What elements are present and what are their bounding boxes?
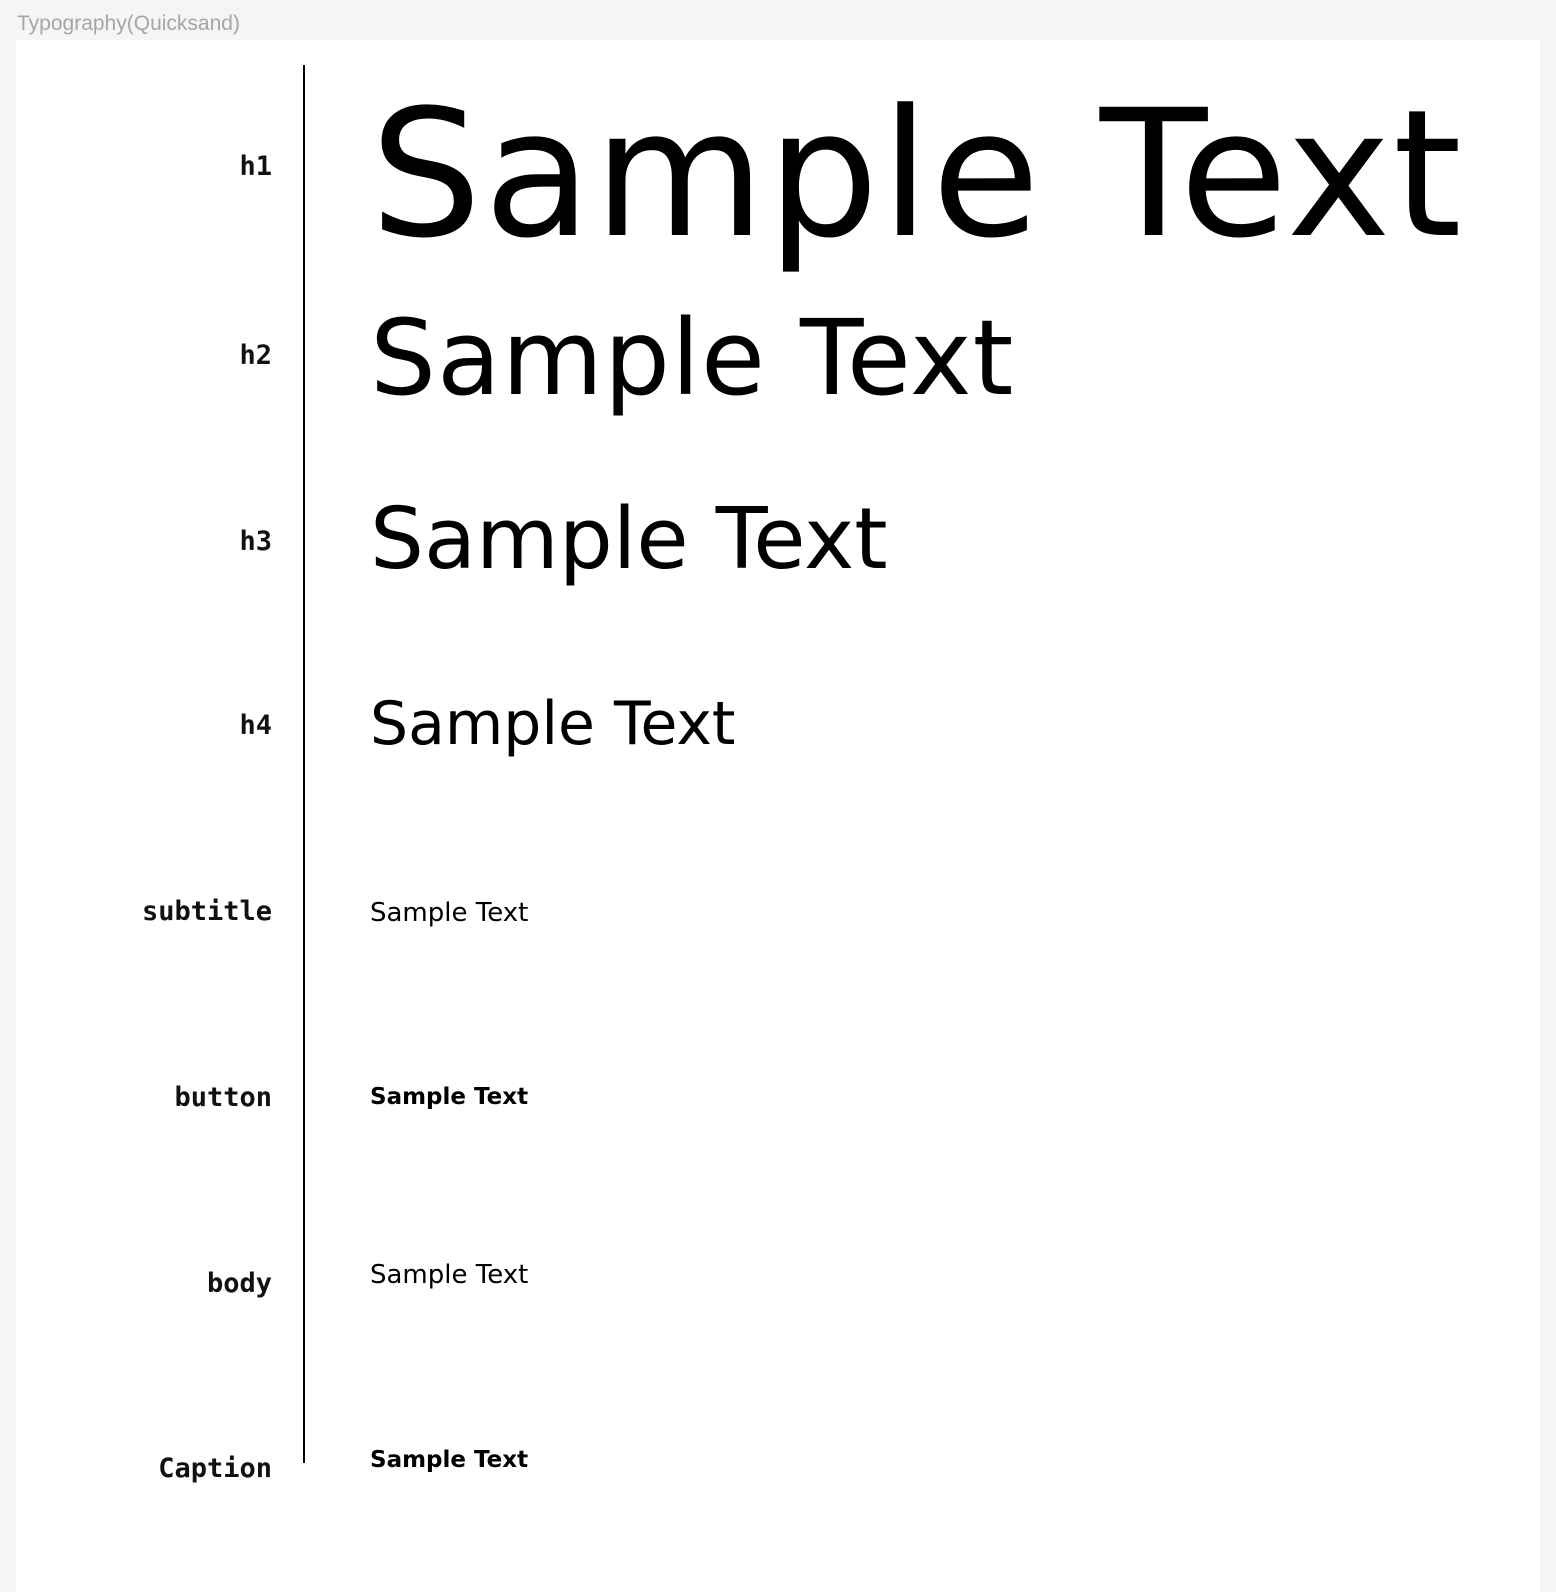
row-label-h4: h4: [239, 710, 272, 741]
row-label-caption: Caption: [158, 1453, 272, 1484]
sample-text-button: Sample Text: [370, 1084, 529, 1110]
sample-text-body: Sample Text: [370, 1260, 529, 1290]
typography-canvas: h1 Sample Text h2 Sample Text h3 Sample …: [16, 40, 1540, 1592]
sample-text-h3: Sample Text: [370, 490, 888, 589]
row-label-h2: h2: [239, 340, 272, 371]
row-label-subtitle: subtitle: [141, 896, 272, 927]
frame-title: Typography(Quicksand): [17, 12, 240, 35]
sample-text-caption: Sample Text: [370, 1447, 529, 1473]
sample-text-h4: Sample Text: [370, 689, 736, 759]
row-label-body: body: [206, 1268, 272, 1299]
row-label-button: button: [174, 1082, 272, 1113]
row-label-h3: h3: [239, 526, 272, 557]
vertical-divider: [303, 65, 305, 1463]
sample-text-subtitle: Sample Text: [370, 898, 529, 928]
sample-text-h1: Sample Text: [370, 72, 1464, 277]
row-label-h1: h1: [239, 151, 272, 182]
sample-text-h2: Sample Text: [370, 297, 1015, 419]
